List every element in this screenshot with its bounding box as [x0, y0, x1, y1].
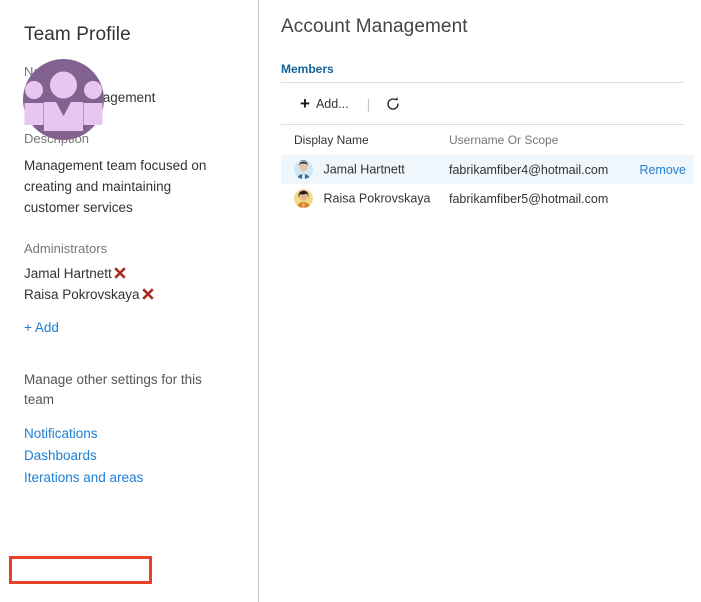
tab-bar: Members — [281, 60, 701, 82]
member-username: fabrikamfiber5@hotmail.com — [449, 191, 609, 206]
column-header-actions — [624, 130, 694, 155]
sidebar-link-notifications[interactable]: Notifications — [24, 423, 258, 445]
toolbar-separator: | — [366, 95, 371, 112]
member-action-cell — [624, 184, 694, 213]
member-username: fabrikamfiber4@hotmail.com — [449, 155, 624, 184]
administrators-label: Administrators — [24, 241, 108, 256]
member-display-name: Raisa Pokrovskaya — [323, 191, 431, 206]
sidebar-link-iterations-and-areas[interactable]: Iterations and areas — [24, 467, 258, 489]
members-toolbar: + Add... | — [259, 83, 701, 124]
add-member-label: Add... — [315, 96, 349, 111]
account-management-main: Account Management Members + Add... | Di… — [259, 0, 701, 602]
members-table: Display Name Username Or Scope Jamal Har… — [281, 130, 694, 213]
team-group-avatar-icon — [23, 59, 104, 140]
column-header-username-or-scope: Username Or Scope — [449, 133, 559, 147]
remove-member-link[interactable]: Remove — [639, 163, 686, 177]
member-name-cell: Jamal Hartnett — [281, 155, 449, 184]
page-title: Team Profile — [24, 24, 131, 45]
team-profile-page: Team Profile Name Account Management Des… — [0, 0, 701, 602]
annotation-highlight-box — [9, 556, 152, 584]
column-header-display-name: Display Name — [294, 133, 369, 147]
administrator-row: Raisa Pokrovskaya — [24, 284, 258, 305]
toolbar-bottom-divider — [281, 124, 683, 125]
add-member-button[interactable]: + Add... — [296, 92, 353, 115]
sidebar-link-dashboards[interactable]: Dashboards — [24, 445, 258, 467]
administrator-name: Jamal Hartnett — [24, 266, 112, 281]
member-action-cell: Remove — [624, 155, 694, 184]
member-display-name: Jamal Hartnett — [323, 162, 405, 177]
remove-x-icon[interactable] — [113, 266, 127, 283]
administrator-name: Raisa Pokrovskaya — [24, 287, 140, 302]
administrator-row: Jamal Hartnett — [24, 263, 258, 284]
team-profile-sidebar: Team Profile Name Account Management Des… — [0, 0, 259, 602]
table-row[interactable]: Raisa Pokrovskaya fabrikamfiber5@hotmail… — [281, 184, 694, 213]
description-value: Management team focused on creating and … — [24, 158, 207, 215]
tab-members[interactable]: Members — [281, 62, 334, 82]
member-name-cell: Raisa Pokrovskaya — [281, 184, 449, 213]
manage-settings-text: Manage other settings for this team — [24, 372, 202, 407]
remove-x-icon[interactable] — [141, 287, 155, 304]
add-administrator-link[interactable]: + Add — [24, 320, 59, 335]
refresh-icon[interactable] — [382, 93, 404, 115]
table-header-row: Display Name Username Or Scope — [281, 130, 694, 155]
content-title: Account Management — [281, 16, 468, 37]
user-avatar-blue-icon — [294, 160, 313, 179]
user-avatar-yellow-icon — [294, 189, 313, 208]
table-row[interactable]: Jamal Hartnett fabrikamfiber4@hotmail.co… — [281, 155, 694, 184]
plus-icon: + — [300, 94, 310, 113]
